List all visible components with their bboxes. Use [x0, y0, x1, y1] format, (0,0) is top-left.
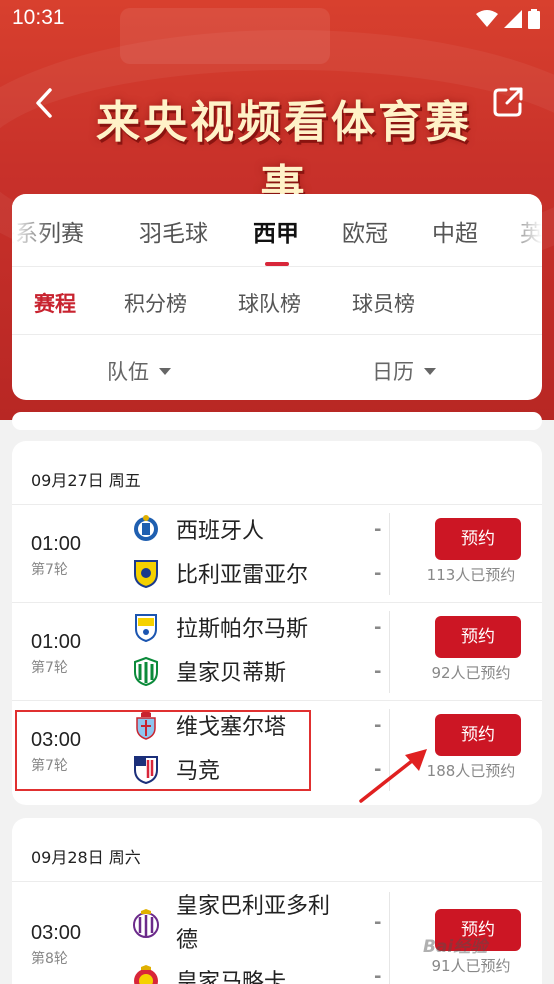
away-team-name: 马竞: [176, 759, 221, 784]
collapsed-card: [12, 412, 542, 430]
home-team-name: 西班牙人: [176, 519, 265, 544]
match-round: 第8轮: [31, 951, 68, 967]
away-team-name: 比利亚雷亚尔: [176, 563, 309, 588]
calendar-filter-label: 日历: [372, 360, 414, 384]
chevron-down-icon: [159, 367, 171, 375]
subtab-player-rank[interactable]: 球员榜: [352, 288, 415, 318]
home-team-name: 维戈塞尔塔: [176, 715, 287, 740]
home-score: -: [374, 519, 382, 540]
date-header: 09月28日 周六: [12, 818, 542, 882]
match-row[interactable]: 03:00 第7轮 维戈塞尔塔 马竞 - - 预约 188人已预约: [12, 701, 542, 799]
home-score: -: [374, 715, 382, 736]
battery-icon: [528, 9, 540, 29]
away-team: 皇家贝蒂斯: [132, 651, 286, 691]
match-round: 第7轮: [31, 758, 68, 774]
chevron-down-icon: [424, 367, 436, 375]
tab-ucl[interactable]: 欧冠: [342, 214, 388, 248]
away-team: 比利亚雷亚尔: [132, 553, 308, 593]
mallorca-crest-icon: [134, 965, 158, 984]
date-label: 09月28日 周六: [31, 848, 141, 867]
real-valladolid-crest-icon: [133, 909, 159, 938]
divider: [389, 611, 390, 693]
tabs-fade-right: [502, 194, 542, 266]
real-betis-crest-icon: [134, 656, 158, 686]
reservation-count: 113人已预约: [426, 566, 516, 584]
match-row[interactable]: 01:00 第7轮 拉斯帕尔马斯 皇家贝蒂斯 - - 预约 92人已预约: [12, 603, 542, 701]
home-team: 拉斯帕尔马斯: [132, 607, 308, 647]
home-score: -: [374, 912, 382, 933]
match-row[interactable]: 01:00 第7轮 西班牙人 比利亚雷亚尔 - - 预约 113人已预约: [12, 505, 542, 603]
away-score: -: [374, 661, 382, 682]
date-label: 09月27日 周五: [31, 471, 141, 490]
signal-icon: [504, 10, 522, 28]
home-team-name: 拉斯帕尔马斯: [176, 617, 309, 642]
villarreal-crest-icon: [134, 560, 158, 588]
date-header: 09月27日 周五: [12, 441, 542, 505]
home-team-name: 皇家巴利亚多利德: [176, 890, 330, 958]
match-round: 第7轮: [31, 660, 68, 676]
subtab-team-rank[interactable]: 球队榜: [238, 288, 301, 318]
divider: [12, 334, 542, 335]
subtab-standings[interactable]: 积分榜: [124, 288, 187, 318]
match-time: 03:00: [31, 729, 82, 751]
home-team: 西班牙人: [132, 509, 264, 549]
reservation-count: 92人已预约: [431, 664, 511, 682]
match-time: 01:00: [31, 631, 82, 653]
home-team-name-line1: 皇家巴利亚多利: [176, 894, 331, 919]
status-bar: 10:31: [0, 0, 554, 38]
home-team: 皇家巴利亚多利德: [132, 888, 330, 960]
tab-badminton[interactable]: 羽毛球: [139, 214, 208, 248]
reserve-button[interactable]: 预约: [435, 714, 521, 756]
away-team-name: 皇家马略卡: [176, 970, 287, 984]
las-palmas-crest-icon: [135, 614, 157, 642]
subtab-schedule[interactable]: 赛程: [34, 288, 76, 318]
team-filter-label: 队伍: [107, 360, 149, 384]
calendar-filter-dropdown[interactable]: 日历: [372, 356, 436, 386]
reservation-count: 91人已预约: [431, 957, 511, 975]
reserve-button[interactable]: 预约: [435, 518, 521, 560]
team-filter-dropdown[interactable]: 队伍: [107, 356, 171, 386]
home-team: 维戈塞尔塔: [132, 705, 286, 745]
match-time: 01:00: [31, 533, 82, 555]
away-team: 皇家马略卡: [132, 960, 286, 984]
back-arrow-icon[interactable]: [30, 86, 60, 120]
tab-csl[interactable]: 中超: [432, 214, 478, 248]
day-card: 09月27日 周五 01:00 第7轮 西班牙人 比利亚雷亚尔 - - 预约 1…: [12, 441, 542, 805]
celta-vigo-crest-icon: [136, 710, 156, 740]
tabs-fade-left: [12, 194, 52, 266]
away-score: -: [374, 966, 382, 984]
sport-tabs: 联系列赛 羽毛球 西甲 欧冠 中超 英: [12, 194, 542, 266]
match-time: 03:00: [31, 922, 82, 944]
divider: [389, 513, 390, 595]
pointer-arrow-icon: [359, 749, 427, 803]
wifi-icon: [476, 10, 498, 27]
tab-laliga[interactable]: 西甲: [253, 214, 299, 248]
divider: [12, 266, 542, 267]
watermark: Bai经验: [423, 937, 488, 957]
away-score: -: [374, 563, 382, 584]
home-score: -: [374, 617, 382, 638]
tabs-card: 联系列赛 羽毛球 西甲 欧冠 中超 英 赛程 积分榜 球队榜 球员榜 队伍 日历: [12, 194, 542, 400]
status-icons: [476, 9, 540, 29]
away-team-name: 皇家贝蒂斯: [176, 661, 287, 686]
home-team-name-line2: 德: [176, 928, 199, 953]
divider: [389, 892, 390, 984]
share-icon[interactable]: [490, 84, 526, 120]
espanyol-crest-icon: [134, 515, 158, 541]
match-round: 第7轮: [31, 562, 68, 578]
status-time: 10:31: [12, 6, 65, 29]
day-card: 09月28日 周六 03:00 第8轮 皇家巴利亚多利德 皇家马略卡 - - 预…: [12, 818, 542, 984]
atletico-madrid-crest-icon: [134, 756, 158, 784]
away-team: 马竞: [132, 749, 220, 789]
reserve-button[interactable]: 预约: [435, 616, 521, 658]
